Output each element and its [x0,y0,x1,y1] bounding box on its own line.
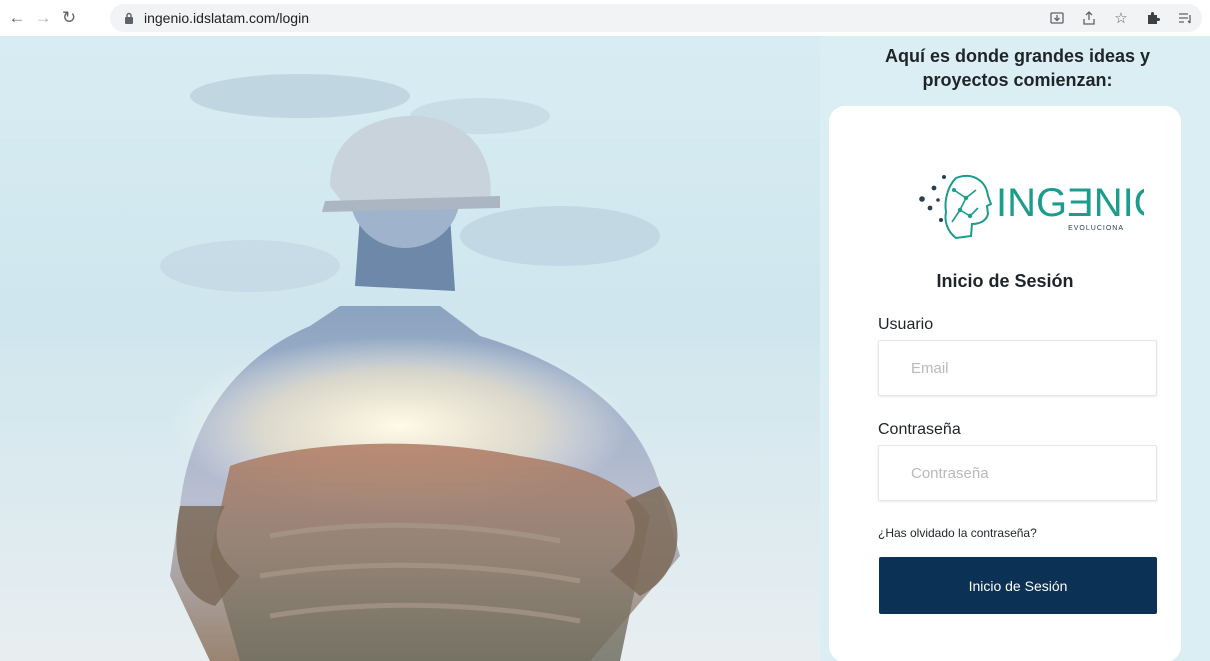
login-title: Inicio de Sesión [936,271,1074,291]
ingenio-logo: INGƎNIO EVOLUCIONA [914,166,1165,246]
install-icon[interactable] [1048,9,1066,27]
reading-list-icon[interactable] [1176,9,1194,27]
share-icon[interactable] [1080,9,1098,27]
browser-toolbar: ← → ↻ ingenio.idslatam.com/login ☆ [0,0,1210,36]
login-card: INGƎNIO EVOLUCIONA Inicio de Sesión Usua… [829,106,1181,661]
password-input[interactable] [878,445,1157,501]
ingenio-logo-graphic: INGƎNIO EVOLUCIONA [919,175,1165,240]
forward-icon[interactable]: → [30,5,56,31]
reload-icon[interactable]: ↻ [56,5,82,31]
back-icon[interactable]: ← [4,5,30,31]
extensions-icon[interactable] [1144,9,1162,27]
url-text[interactable]: ingenio.idslatam.com/login [144,10,309,26]
hero-image [0,36,820,661]
email-input[interactable] [878,340,1157,396]
login-page: Aquí es donde grandes ideas y proyectos … [0,36,1210,661]
logo-name: INGƎNIO [996,181,1144,225]
tagline: Aquí es donde grandes ideas y proyectos … [884,46,1151,90]
address-bar[interactable]: ingenio.idslatam.com/login ☆ [110,4,1202,32]
logo-slogan: EVOLUCIONA [1068,225,1124,232]
user-label: Usuario [878,316,934,333]
lock-icon[interactable] [122,11,136,25]
password-label: Contraseña [878,421,961,438]
star-icon[interactable]: ☆ [1112,9,1130,27]
engineer-illustration [160,74,680,661]
forgot-password-link[interactable]: ¿Has olvidado la contraseña? [878,526,1037,540]
login-button[interactable]: Inicio de Sesión [879,557,1157,614]
